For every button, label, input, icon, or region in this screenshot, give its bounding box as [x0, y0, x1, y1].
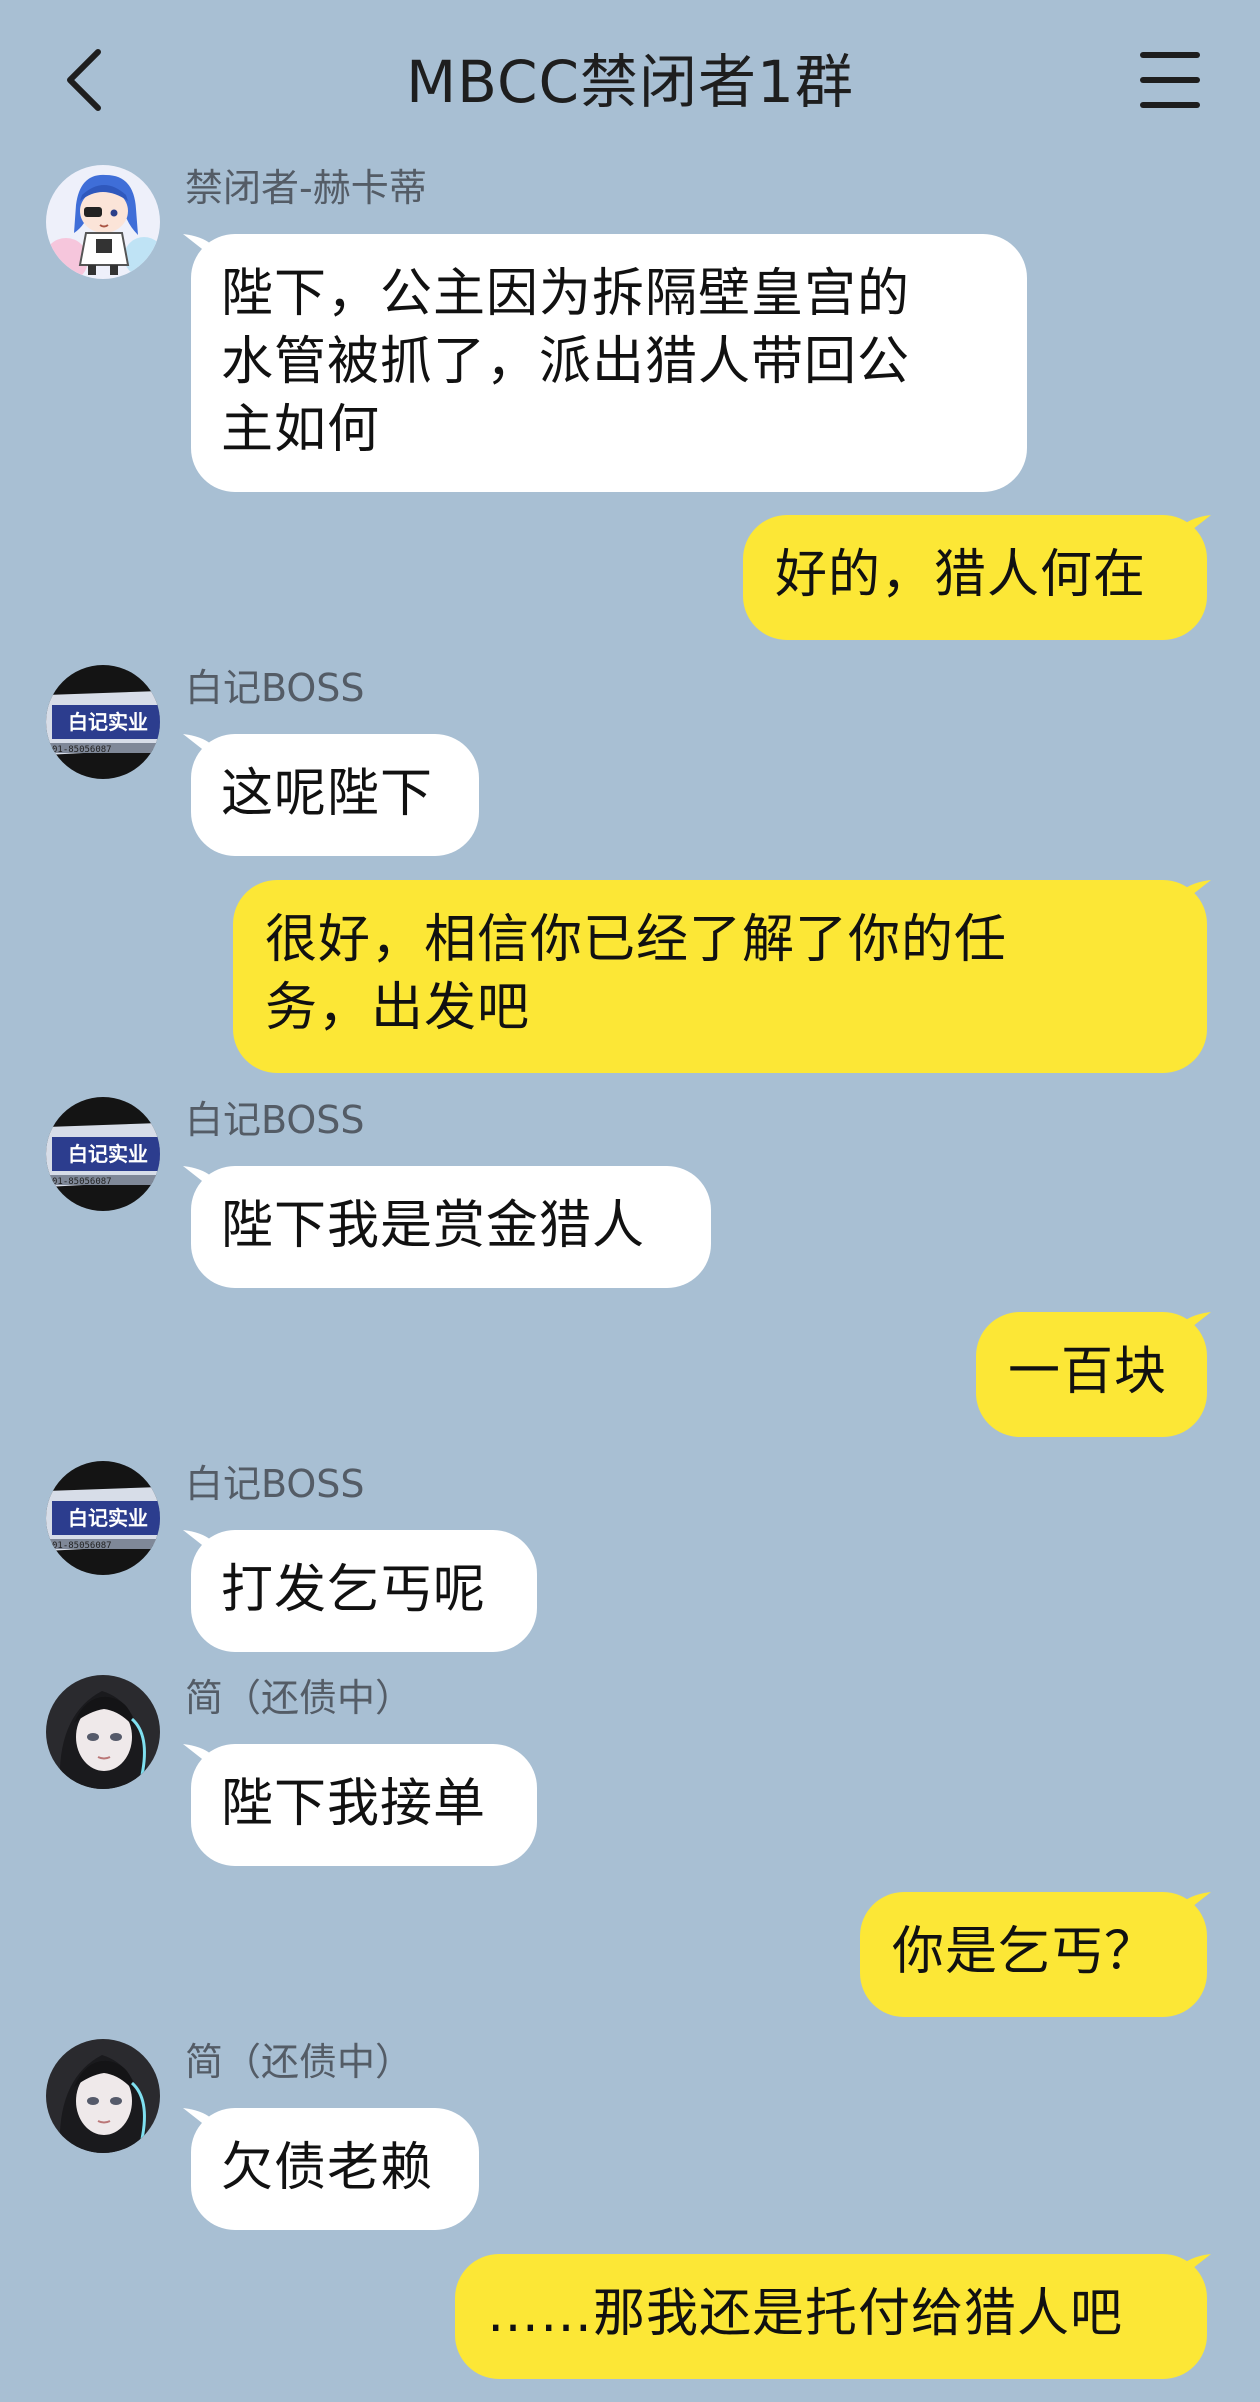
sender-name: 简（还债中）	[185, 1676, 414, 1720]
chat-title: MBCC禁闭者1群	[406, 48, 854, 116]
chat-screen: MBCC禁闭者1群 禁闭者-赫卡蒂 陛下，公主因为拆隔壁皇宫的 水管被抓了，派出…	[0, 0, 1260, 2402]
message-row-self: 好的，猎人何在	[0, 515, 1260, 645]
message-row: 白记实业 01-85056087 白记BOSS 这呢陛下	[0, 660, 1260, 860]
message-bubble[interactable]: 好的，猎人何在	[743, 515, 1207, 640]
jane-avatar[interactable]	[46, 2039, 160, 2153]
message-row-self: 你是乞丐？	[0, 1892, 1260, 2022]
message-bubble[interactable]: 一百块	[976, 1312, 1207, 1437]
svg-text:白记实业: 白记实业	[68, 1506, 148, 1530]
sender-name: 白记BOSS	[185, 1098, 365, 1142]
message-bubble[interactable]: ……那我还是托付给猎人吧	[455, 2254, 1207, 2379]
svg-text:01-85056087: 01-85056087	[52, 1541, 112, 1551]
message-bubble[interactable]: 这呢陛下	[191, 734, 479, 856]
message-row-self: ……那我还是托付给猎人吧	[0, 2254, 1260, 2384]
message-row: 简（还债中） 欠债老赖	[0, 2034, 1260, 2234]
baiji-boss-avatar[interactable]: 白记实业 01-85056087	[46, 665, 160, 779]
svg-text:01-85056087: 01-85056087	[52, 745, 112, 755]
message-bubble[interactable]: 陛下，公主因为拆隔壁皇宫的 水管被抓了，派出猎人带回公 主如何	[191, 234, 1027, 492]
svg-text:01-85056087: 01-85056087	[52, 1177, 112, 1187]
message-row-self: 很好，相信你已经了解了你的任 务，出发吧	[0, 880, 1260, 1080]
message-bubble[interactable]: 很好，相信你已经了解了你的任 务，出发吧	[233, 880, 1207, 1073]
baiji-boss-avatar[interactable]: 白记实业 01-85056087	[46, 1461, 160, 1575]
message-bubble[interactable]: 陛下我接单	[191, 1744, 537, 1866]
message-row: 白记实业 01-85056087 白记BOSS 打发乞丐呢	[0, 1456, 1260, 1656]
message-bubble[interactable]: 你是乞丐？	[860, 1892, 1207, 2017]
svg-text:白记实业: 白记实业	[68, 1142, 148, 1166]
sender-name: 白记BOSS	[185, 666, 365, 710]
message-row: 简（还债中） 陛下我接单	[0, 1670, 1260, 1870]
menu-button[interactable]	[1140, 52, 1200, 108]
hamburger-menu-icon	[1140, 52, 1200, 58]
jane-avatar[interactable]	[46, 1675, 160, 1789]
message-row-self: 一百块	[0, 1312, 1260, 1442]
svg-text:白记实业: 白记实业	[68, 710, 148, 734]
message-bubble[interactable]: 打发乞丐呢	[191, 1530, 537, 1652]
sender-name: 简（还债中）	[185, 2040, 414, 2084]
message-bubble[interactable]: 欠债老赖	[191, 2108, 479, 2230]
sender-name: 禁闭者-赫卡蒂	[185, 166, 427, 210]
message-row: 禁闭者-赫卡蒂 陛下，公主因为拆隔壁皇宫的 水管被抓了，派出猎人带回公 主如何	[0, 160, 1260, 500]
sender-name: 白记BOSS	[185, 1462, 365, 1506]
baiji-boss-avatar[interactable]: 白记实业 01-85056087	[46, 1097, 160, 1211]
message-row: 白记实业 01-85056087 白记BOSS 陛下我是赏金猎人	[0, 1092, 1260, 1292]
hecate-avatar[interactable]	[46, 165, 160, 279]
message-bubble[interactable]: 陛下我是赏金猎人	[191, 1166, 711, 1288]
chat-header: MBCC禁闭者1群	[0, 0, 1260, 160]
